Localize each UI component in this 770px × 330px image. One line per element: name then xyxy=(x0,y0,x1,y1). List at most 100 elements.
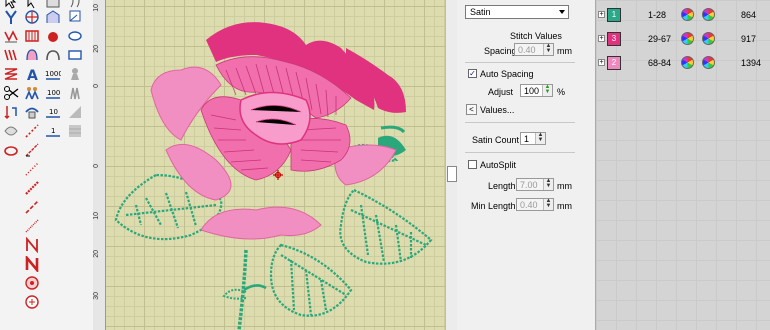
zigzag-n-icon[interactable] xyxy=(23,236,41,254)
stitch-type-select[interactable]: Satin xyxy=(465,5,569,19)
run-stitch-icon[interactable] xyxy=(2,27,20,45)
spin-arrows-icon[interactable]: ▲ ▼ xyxy=(535,132,545,144)
expand-icon[interactable]: + xyxy=(598,11,605,18)
red-fill-icon[interactable] xyxy=(44,27,62,45)
values-link[interactable]: Values... xyxy=(480,105,514,115)
autosplit-checkbox[interactable] xyxy=(468,160,477,169)
color-wheel-icon[interactable] xyxy=(681,32,694,45)
separator xyxy=(465,152,575,153)
figure-icon[interactable] xyxy=(66,84,84,102)
stitch-type-value: Satin xyxy=(470,7,491,17)
scrollbar-thumb[interactable] xyxy=(447,166,457,182)
stitch-values-heading: Stitch Values xyxy=(510,31,562,41)
adjust-value: 100 xyxy=(524,86,540,96)
adjust-stepper[interactable]: 100 ▲ ▼ xyxy=(520,84,553,97)
satin-stitch-icon[interactable] xyxy=(2,46,20,64)
rose-embroidery-design xyxy=(114,22,433,330)
ruler-mark: 0 xyxy=(93,84,100,88)
spin-arrows-icon[interactable]: ▲ ▼ xyxy=(542,84,552,96)
thread-color-icon[interactable] xyxy=(702,8,715,21)
stitch-count: 1394 xyxy=(741,58,762,68)
rectangle-icon[interactable] xyxy=(66,46,84,64)
design-canvas[interactable] xyxy=(106,0,445,330)
length-value: 7.00 xyxy=(520,180,538,190)
buttonhole-icon[interactable] xyxy=(23,293,41,311)
stamp-icon[interactable] xyxy=(66,65,84,83)
expand-icon[interactable]: + xyxy=(598,35,605,42)
ruler-mark: 20 xyxy=(93,45,100,53)
color-wheel-icon[interactable] xyxy=(681,56,694,69)
chevron-left-icon: < xyxy=(469,105,474,114)
dotted-line-icon[interactable] xyxy=(23,122,41,140)
spin-arrows-icon[interactable]: ▲ ▼ xyxy=(543,198,553,210)
lock-stitch-icon[interactable] xyxy=(23,103,41,121)
color-sequence-row[interactable]: + 2 68-84 1394 xyxy=(596,53,770,73)
count-1-icon[interactable]: 1 xyxy=(44,122,62,140)
gradient-icon[interactable] xyxy=(66,103,84,121)
color-swatch[interactable]: 2 xyxy=(607,56,621,70)
min-length-label: Min Length xyxy=(471,201,516,211)
spin-arrows-icon[interactable]: ▲ ▼ xyxy=(543,178,553,190)
color-sequence-row[interactable]: + 1 1-28 864 xyxy=(596,5,770,25)
texture-icon[interactable] xyxy=(66,122,84,140)
column-fill-icon[interactable] xyxy=(23,27,41,45)
color-wheel-icon[interactable] xyxy=(681,8,694,21)
adjust-unit: % xyxy=(557,87,566,97)
rounded-icon[interactable] xyxy=(44,46,62,64)
min-length-value: 0.40 xyxy=(520,200,538,210)
autosplit-label: AutoSplit xyxy=(480,160,517,170)
zigzag-fill-icon[interactable] xyxy=(23,255,41,273)
stitch-count: 864 xyxy=(741,10,757,20)
ellipse-icon[interactable] xyxy=(66,27,84,45)
spacing-value: 0.40 xyxy=(518,45,536,55)
scale-icon[interactable] xyxy=(44,8,62,26)
satin-count-stepper[interactable]: 1 ▲ ▼ xyxy=(520,132,546,145)
shape-fill-icon[interactable] xyxy=(23,46,41,64)
circle-stitch-icon[interactable] xyxy=(2,141,20,159)
lettering-icon[interactable]: A xyxy=(23,65,41,83)
people-icon[interactable] xyxy=(23,84,41,102)
satin-count-label: Satin Count xyxy=(472,135,520,145)
length-unit: mm xyxy=(557,181,572,191)
separator xyxy=(465,62,575,63)
chevron-down-icon xyxy=(559,10,565,14)
scissors-icon[interactable] xyxy=(2,84,20,102)
tool-palette: A 1000 100 10 1 xyxy=(0,0,94,330)
svg-text:A: A xyxy=(27,68,38,82)
expand-icon[interactable]: + xyxy=(598,59,605,66)
count-10-label: 10 xyxy=(49,108,58,116)
thread-color-icon[interactable] xyxy=(702,56,715,69)
diagonal-run-icon[interactable] xyxy=(23,160,41,178)
spin-arrows-icon[interactable]: ▲ ▼ xyxy=(543,43,553,55)
count-100-icon[interactable]: 100 xyxy=(44,84,62,102)
color-swatch[interactable]: 3 xyxy=(607,32,621,46)
monogram-icon[interactable] xyxy=(23,274,41,292)
circle-target-icon[interactable] xyxy=(23,8,41,26)
spacing-stepper[interactable]: 0.40 ▲ ▼ xyxy=(514,43,554,56)
bean-stitch-icon[interactable] xyxy=(23,198,41,216)
triple-run-icon[interactable] xyxy=(23,179,41,197)
min-length-stepper[interactable]: 0.40 ▲ ▼ xyxy=(516,198,554,211)
stitch-range: 1-28 xyxy=(648,10,667,20)
count-10-icon[interactable]: 10 xyxy=(44,103,62,121)
count-1000-icon[interactable]: 1000 xyxy=(44,65,62,83)
color-sequence-row[interactable]: + 3 29-67 917 xyxy=(596,29,770,49)
scissors-y-icon[interactable] xyxy=(2,8,20,26)
motif-run-icon[interactable] xyxy=(23,217,41,235)
zigzag-icon[interactable] xyxy=(2,65,20,83)
count-1000-label: 1000 xyxy=(45,70,61,78)
thread-color-icon[interactable] xyxy=(702,32,715,45)
color-swatch[interactable]: 1 xyxy=(607,8,621,22)
spacing-label: Spacing xyxy=(484,46,517,56)
applique-icon[interactable] xyxy=(2,122,20,140)
properties-panel: Satin Stitch Values Spacing 0.40 ▲ ▼ mm ✓… xyxy=(457,0,582,330)
auto-spacing-checkbox[interactable]: ✓ xyxy=(468,69,477,78)
values-button[interactable]: < xyxy=(466,104,477,115)
ruler-mark: 10 xyxy=(93,212,100,220)
stitch-count: 917 xyxy=(741,34,757,44)
length-stepper[interactable]: 7.00 ▲ ▼ xyxy=(516,178,554,191)
flag-icon[interactable] xyxy=(66,8,84,26)
node-edit-icon[interactable] xyxy=(2,103,20,121)
separator xyxy=(465,122,575,123)
cross-stitch-icon[interactable] xyxy=(23,141,41,159)
